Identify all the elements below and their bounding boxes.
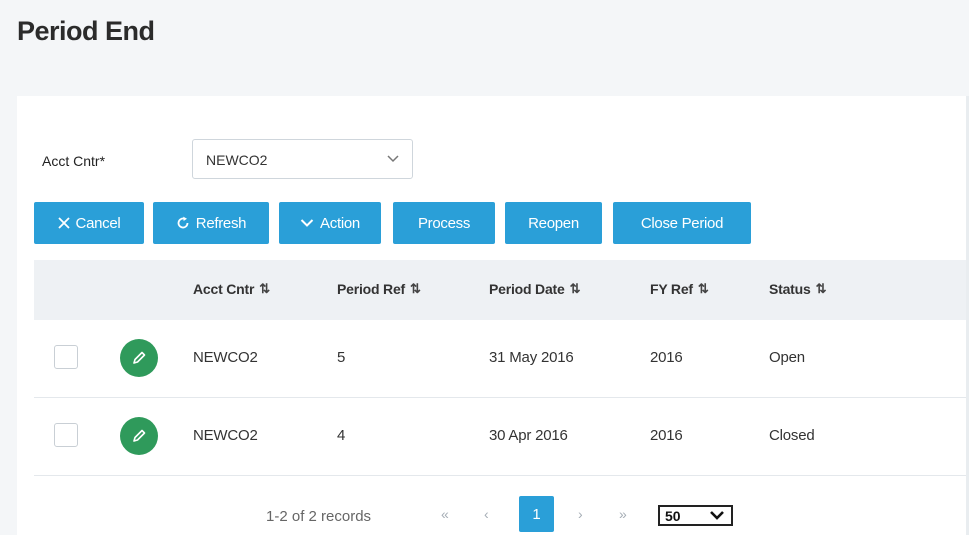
edit-button[interactable] — [120, 339, 158, 377]
table-row: NEWCO2 4 30 Apr 2016 2016 Closed — [34, 398, 969, 476]
table-row: NEWCO2 5 31 May 2016 2016 Open — [34, 320, 969, 398]
cell-status: Closed — [769, 427, 815, 444]
row-checkbox[interactable] — [54, 345, 78, 369]
column-header-period-date[interactable]: Period Date ⇅ — [489, 281, 581, 297]
page-header: Period End — [0, 0, 969, 92]
cell-period-ref: 4 — [337, 427, 346, 444]
table-header: Acct Cntr ⇅ Period Ref ⇅ Period Date ⇅ F… — [34, 260, 969, 320]
column-header-acct-cntr[interactable]: Acct Cntr ⇅ — [193, 281, 270, 297]
cell-acct-cntr: NEWCO2 — [193, 427, 258, 444]
column-header-period-ref[interactable]: Period Ref ⇅ — [337, 281, 421, 297]
refresh-icon — [177, 216, 189, 229]
column-header-label: Status — [769, 281, 811, 297]
chevron-down-icon — [710, 511, 724, 520]
refresh-label: Refresh — [195, 214, 247, 232]
column-header-label: FY Ref — [650, 281, 693, 297]
sort-icon[interactable]: ⇅ — [570, 281, 581, 297]
prev-page-button[interactable]: ‹ — [484, 506, 489, 522]
sort-icon[interactable]: ⇅ — [816, 281, 827, 297]
process-label: Process — [417, 214, 471, 232]
close-period-label: Close Period — [640, 214, 724, 232]
close-icon — [57, 217, 70, 229]
cell-period-ref: 5 — [337, 349, 346, 366]
sort-icon[interactable]: ⇅ — [259, 281, 270, 297]
cell-status: Open — [769, 349, 805, 366]
current-page-button[interactable]: 1 — [519, 496, 554, 532]
reopen-button[interactable]: Reopen — [505, 202, 602, 244]
sort-icon[interactable]: ⇅ — [410, 281, 421, 297]
cell-period-date: 30 Apr 2016 — [489, 427, 568, 444]
cancel-button[interactable]: Cancel — [34, 202, 144, 244]
page-size-value: 50 — [665, 508, 681, 524]
cell-acct-cntr: NEWCO2 — [193, 349, 258, 366]
column-header-label: Period Date — [489, 281, 565, 297]
close-period-button[interactable]: Close Period — [613, 202, 751, 244]
cell-fy-ref: 2016 — [650, 349, 683, 366]
cell-period-date: 31 May 2016 — [489, 349, 574, 366]
reopen-label: Reopen — [528, 214, 579, 232]
acct-cntr-select[interactable]: NEWCO2 — [192, 139, 413, 179]
action-button[interactable]: Action — [279, 202, 381, 244]
column-header-label: Acct Cntr — [193, 281, 255, 297]
content-card: Acct Cntr* NEWCO2 Cancel Refresh Action … — [17, 96, 969, 535]
edit-button[interactable] — [120, 417, 158, 455]
action-label: Action — [320, 214, 360, 232]
pagination: 1-2 of 2 records « ‹ 1 › » 50 — [17, 496, 969, 535]
refresh-button[interactable]: Refresh — [153, 202, 269, 244]
next-page-button[interactable]: › — [578, 506, 583, 522]
sort-icon[interactable]: ⇅ — [698, 281, 709, 297]
acct-cntr-value: NEWCO2 — [206, 152, 268, 168]
row-checkbox[interactable] — [54, 423, 78, 447]
column-header-fy-ref[interactable]: FY Ref ⇅ — [650, 281, 709, 297]
first-page-button[interactable]: « — [441, 506, 449, 522]
pencil-icon — [133, 429, 146, 442]
cancel-label: Cancel — [75, 214, 121, 232]
column-header-status[interactable]: Status ⇅ — [769, 281, 826, 297]
chevron-down-icon — [300, 219, 314, 227]
acct-cntr-label: Acct Cntr* — [42, 153, 106, 169]
process-button[interactable]: Process — [393, 202, 495, 244]
page-size-select[interactable]: 50 — [658, 505, 733, 526]
column-header-label: Period Ref — [337, 281, 406, 297]
pencil-icon — [133, 351, 146, 364]
chevron-down-icon — [387, 155, 399, 163]
cell-fy-ref: 2016 — [650, 427, 683, 444]
page-title: Period End — [17, 16, 155, 46]
record-count: 1-2 of 2 records — [266, 508, 372, 525]
last-page-button[interactable]: » — [619, 506, 627, 522]
